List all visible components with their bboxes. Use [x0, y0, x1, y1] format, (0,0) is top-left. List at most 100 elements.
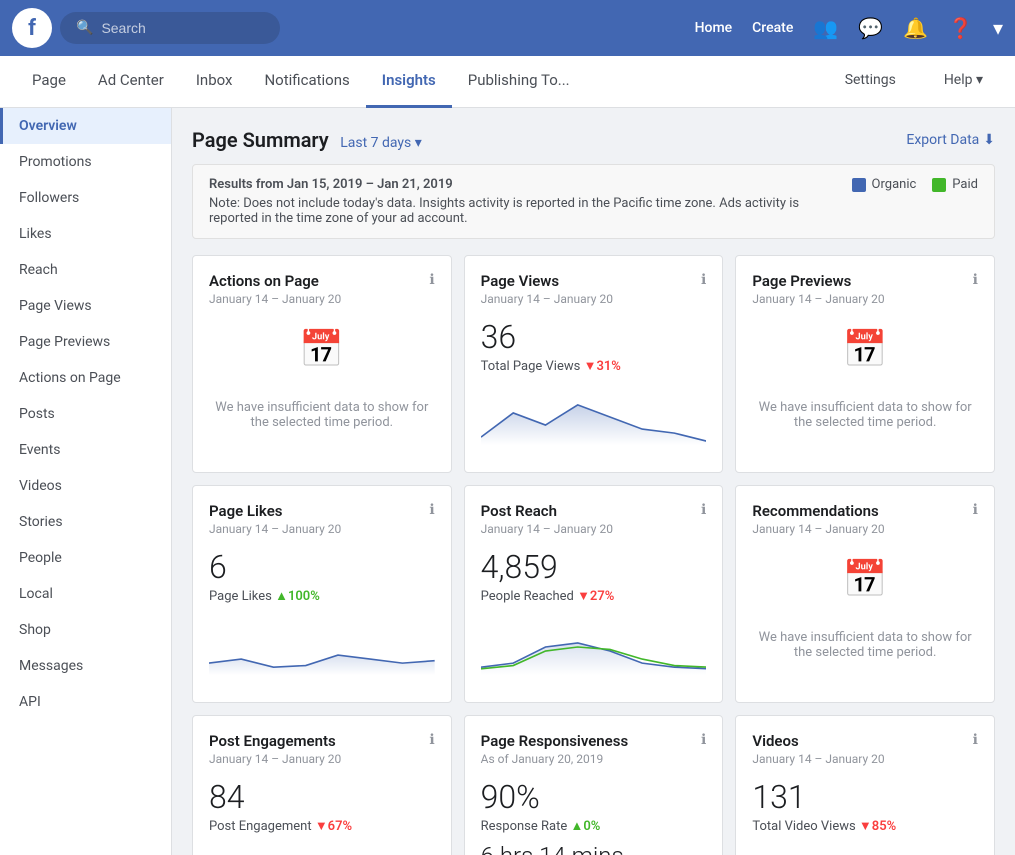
sidebar: Overview Promotions Followers Likes Reac…	[0, 108, 172, 855]
second-nav-right: Settings Help ▾	[829, 56, 999, 108]
card-post-engagements: ℹ Post Engagements January 14 – January …	[192, 715, 452, 855]
line-chart-videos	[752, 842, 978, 855]
card-label: Post Engagement ▼67%	[209, 818, 435, 834]
paid-dot	[932, 178, 946, 192]
card-post-reach: ℹ Post Reach January 14 – January 20 4,8…	[464, 485, 724, 703]
search-input[interactable]	[101, 20, 264, 36]
card-subtitle: January 14 – January 20	[209, 292, 435, 306]
help-icon[interactable]: ❓	[948, 16, 973, 40]
nav-right: Home Create 👥 💬 🔔 ❓ ▾	[695, 16, 1003, 40]
card-info-icon[interactable]: ℹ	[429, 502, 434, 518]
card-subtitle: January 14 – January 20	[481, 292, 707, 306]
card-videos: ℹ Videos January 14 – January 20 131 Tot…	[735, 715, 995, 855]
paid-label: Paid	[952, 177, 978, 192]
sidebar-item-posts[interactable]: Posts	[0, 396, 171, 432]
organic-dot	[852, 178, 866, 192]
card-info-icon[interactable]: ℹ	[701, 272, 706, 288]
sidebar-item-stories[interactable]: Stories	[0, 504, 171, 540]
trend-indicator: ▼31%	[584, 359, 621, 374]
nav-notifications[interactable]: Notifications	[248, 56, 365, 108]
date-range-text: Results from Jan 15, 2019 – Jan 21, 2019	[209, 177, 832, 192]
card-subtitle: January 14 – January 20	[752, 522, 978, 536]
line-chart	[209, 612, 435, 682]
mini-chart	[752, 842, 978, 855]
page-summary-header: Page Summary Last 7 days ▾ Export Data ⬇	[192, 128, 995, 152]
sidebar-item-shop[interactable]: Shop	[0, 612, 171, 648]
sidebar-item-videos[interactable]: Videos	[0, 468, 171, 504]
mini-chart	[481, 612, 707, 686]
nav-insights[interactable]: Insights	[366, 56, 452, 108]
card-info-icon[interactable]: ℹ	[429, 272, 434, 288]
no-data-text: We have insufficient data to show forthe…	[752, 380, 978, 450]
card-title: Page Views	[481, 272, 707, 290]
no-data-text: We have insufficient data to show forthe…	[209, 380, 435, 450]
date-range-selector[interactable]: Last 7 days ▾	[340, 135, 422, 151]
nav-publishing[interactable]: Publishing To...	[452, 56, 586, 108]
card-page-previews: ℹ Page Previews January 14 – January 20 …	[735, 255, 995, 473]
card-info-icon[interactable]: ℹ	[701, 732, 706, 748]
messenger-icon[interactable]: 💬	[858, 16, 883, 40]
nav-settings[interactable]: Settings	[829, 56, 912, 108]
search-bar[interactable]: 🔍	[60, 12, 280, 44]
card-number: 4,859	[481, 548, 707, 586]
nav-page[interactable]: Page	[16, 56, 82, 108]
create-link[interactable]: Create	[752, 20, 793, 36]
card-title: Actions on Page	[209, 272, 435, 290]
sidebar-item-local[interactable]: Local	[0, 576, 171, 612]
export-data-button[interactable]: Export Data ⬇	[906, 132, 995, 148]
card-page-views: ℹ Page Views January 14 – January 20 36 …	[464, 255, 724, 473]
nav-inbox[interactable]: Inbox	[180, 56, 249, 108]
trend-indicator: ▼27%	[577, 589, 614, 604]
nav-ad-center[interactable]: Ad Center	[82, 56, 180, 108]
info-text: Results from Jan 15, 2019 – Jan 21, 2019…	[209, 177, 832, 226]
sidebar-item-reach[interactable]: Reach	[0, 252, 171, 288]
home-link[interactable]: Home	[695, 20, 733, 36]
sidebar-item-likes[interactable]: Likes	[0, 216, 171, 252]
card-subtitle: January 14 – January 20	[752, 292, 978, 306]
info-note: Note: Does not include today's data. Ins…	[209, 196, 832, 226]
trend-indicator: ▲100%	[275, 589, 320, 604]
people-icon[interactable]: 👥	[813, 16, 838, 40]
sidebar-item-messages[interactable]: Messages	[0, 648, 171, 684]
top-navigation: f 🔍 Home Create 👥 💬 🔔 ❓ ▾	[0, 0, 1015, 56]
legend-paid: Paid	[932, 177, 978, 192]
chevron-down-icon[interactable]: ▾	[993, 16, 1003, 40]
mini-chart	[481, 382, 707, 456]
card-info-icon[interactable]: ℹ	[973, 732, 978, 748]
trend-indicator: ▲0%	[570, 819, 600, 834]
card-info-icon[interactable]: ℹ	[973, 272, 978, 288]
download-icon: ⬇	[983, 132, 995, 148]
sidebar-item-events[interactable]: Events	[0, 432, 171, 468]
calendar-icon: 📅	[752, 548, 978, 610]
card-subtitle: January 14 – January 20	[209, 752, 435, 766]
nav-help[interactable]: Help ▾	[928, 56, 999, 108]
sidebar-item-overview[interactable]: Overview	[0, 108, 171, 144]
sidebar-item-page-previews[interactable]: Page Previews	[0, 324, 171, 360]
card-page-likes: ℹ Page Likes January 14 – January 20 6 P…	[192, 485, 452, 703]
notifications-icon[interactable]: 🔔	[903, 16, 928, 40]
sidebar-item-page-views[interactable]: Page Views	[0, 288, 171, 324]
trend-indicator: ▼85%	[859, 819, 896, 834]
line-chart-reach	[481, 612, 707, 682]
card-info-icon[interactable]: ℹ	[973, 502, 978, 518]
organic-label: Organic	[872, 177, 917, 192]
response-time-number: 6 hrs 14 mins	[481, 842, 707, 855]
cards-grid: ℹ Actions on Page January 14 – January 2…	[192, 255, 995, 855]
card-title: Page Previews	[752, 272, 978, 290]
card-title: Page Likes	[209, 502, 435, 520]
mini-chart	[209, 612, 435, 686]
sidebar-item-api[interactable]: API	[0, 684, 171, 720]
sidebar-item-promotions[interactable]: Promotions	[0, 144, 171, 180]
card-label: People Reached ▼27%	[481, 588, 707, 604]
main-layout: Overview Promotions Followers Likes Reac…	[0, 108, 1015, 855]
card-info-icon[interactable]: ℹ	[701, 502, 706, 518]
card-info-icon[interactable]: ℹ	[429, 732, 434, 748]
line-chart	[481, 382, 707, 452]
trend-indicator: ▼67%	[315, 819, 352, 834]
calendar-icon: 📅	[209, 318, 435, 380]
card-subtitle: As of January 20, 2019	[481, 752, 707, 766]
sidebar-item-followers[interactable]: Followers	[0, 180, 171, 216]
sidebar-item-people[interactable]: People	[0, 540, 171, 576]
card-label: Total Page Views ▼31%	[481, 358, 707, 374]
sidebar-item-actions-on-page[interactable]: Actions on Page	[0, 360, 171, 396]
